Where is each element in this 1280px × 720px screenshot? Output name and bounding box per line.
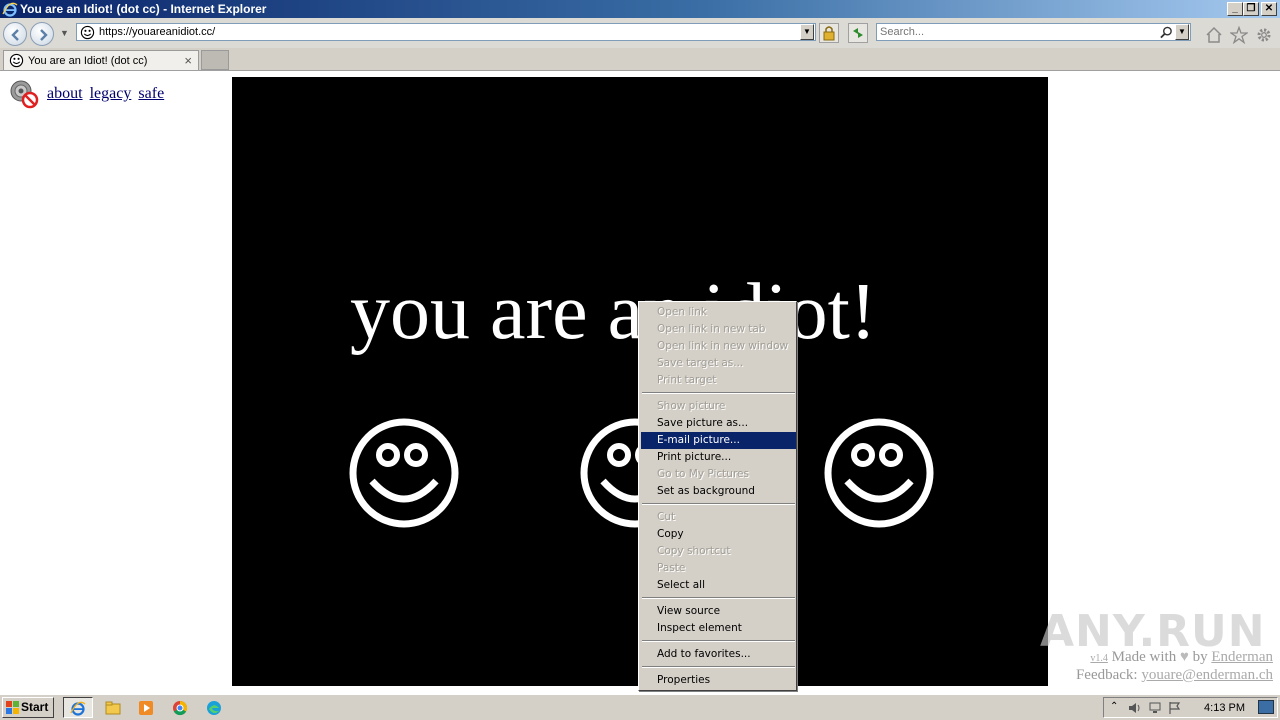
back-arrow-icon	[11, 29, 19, 41]
volume-icon[interactable]	[1128, 701, 1142, 715]
credits: v1.4 Made with ♥ by Enderman Feedback: y…	[1076, 649, 1273, 684]
forward-button[interactable]	[30, 22, 54, 46]
headline-text: you are an idiot!	[350, 268, 877, 356]
taskbar-chrome[interactable]	[165, 697, 195, 718]
feedback-label: Feedback:	[1075, 667, 1138, 683]
made-with-text: Made with	[1111, 649, 1177, 665]
tray-expand-icon[interactable]: ⌃	[1110, 701, 1118, 712]
show-desktop-button[interactable]	[1258, 700, 1274, 714]
internet-explorer-icon	[2, 2, 18, 17]
muted-speaker-icon[interactable]	[8, 78, 40, 110]
search-input[interactable]	[880, 25, 1150, 39]
menu-item-open-link-in-new-tab: Open link in new tab	[657, 323, 766, 335]
tab-close-button[interactable]: ×	[184, 53, 192, 68]
tab-current[interactable]: You are an Idiot! (dot cc) ×	[3, 50, 199, 70]
back-button[interactable]	[3, 22, 27, 46]
search-dropdown-button[interactable]: ▼	[1175, 24, 1189, 40]
history-dropdown-icon[interactable]: ▼	[60, 28, 69, 38]
about-link[interactable]: about	[47, 85, 83, 102]
menu-item-add-to-favorites[interactable]: Add to favorites...	[641, 646, 796, 663]
menu-item-open-link-in-new-window: Open link in new window	[657, 340, 789, 352]
edge-icon	[207, 701, 221, 715]
menu-item-copy-shortcut: Copy shortcut	[657, 545, 731, 557]
menu-item-open-link: Open link	[657, 306, 707, 318]
by-text: by	[1192, 649, 1208, 665]
chrome-icon	[173, 700, 188, 716]
smiley-face-icon	[824, 418, 934, 528]
security-lock-button[interactable]	[819, 23, 839, 43]
menu-item-show-picture: Show picture	[657, 400, 726, 412]
menu-item-paste: Paste	[657, 562, 686, 574]
menu-item-cut: Cut	[657, 511, 676, 523]
minimize-button[interactable]: _	[1227, 2, 1243, 16]
safe-link[interactable]: safe	[138, 85, 164, 102]
menu-separator	[642, 640, 795, 642]
forward-arrow-icon	[40, 29, 48, 41]
menu-item-print-picture[interactable]: Print picture...	[641, 449, 796, 466]
menu-item-select-all[interactable]: Select all	[641, 577, 796, 594]
smiley-face-icon	[349, 418, 459, 528]
context-menu: Open link Open link in new tab Open link i…	[638, 301, 797, 691]
network-icon[interactable]	[1148, 701, 1162, 715]
feedback-email-link[interactable]: youare@enderman.ch	[1141, 667, 1273, 683]
author-link[interactable]: Enderman	[1211, 649, 1273, 665]
window-titlebar: You are an Idiot! (dot cc) - Internet Ex…	[0, 0, 1280, 18]
taskbar-edge[interactable]	[199, 697, 229, 718]
smiley-favicon-icon	[9, 53, 24, 68]
system-tray: ⌃ 4:13 PM	[1103, 697, 1278, 718]
menu-item-save-target-as: Save target as...	[657, 357, 744, 369]
clock[interactable]: 4:13 PM	[1204, 702, 1245, 714]
menu-item-e-mail-picture[interactable]: E-mail picture...	[641, 432, 796, 449]
menu-separator	[642, 392, 795, 394]
address-dropdown-button[interactable]: ▼	[800, 24, 814, 40]
internet-explorer-icon	[70, 701, 86, 716]
legacy-link[interactable]: legacy	[90, 85, 132, 102]
favorites-star-icon[interactable]	[1230, 26, 1248, 44]
navigation-bar: ▼ https://youareanidiot.cc/ ▼ ▼	[0, 18, 1280, 48]
home-icon[interactable]	[1205, 26, 1223, 44]
menu-separator	[642, 503, 795, 505]
taskbar-media-player[interactable]	[131, 697, 161, 718]
menu-item-print-target: Print target	[657, 374, 717, 386]
menu-item-go-to-my-pictures: Go to My Pictures	[657, 468, 749, 480]
action-center-flag-icon[interactable]	[1168, 701, 1182, 715]
windows-logo-icon	[6, 701, 19, 714]
menu-item-save-picture-as[interactable]: Save picture as...	[641, 415, 796, 432]
media-player-icon	[139, 701, 153, 715]
taskbar-explorer[interactable]	[98, 697, 128, 718]
menu-separator	[642, 666, 795, 668]
refresh-button[interactable]	[848, 23, 868, 43]
menu-item-set-as-background[interactable]: Set as background	[641, 483, 796, 500]
version-link[interactable]: v1.4	[1090, 653, 1108, 664]
taskbar: Start ⌃ 4:13 PM	[0, 694, 1280, 720]
taskbar-internet-explorer[interactable]	[63, 697, 93, 718]
menu-item-copy[interactable]: Copy	[641, 526, 796, 543]
heart-icon: ♥	[1179, 649, 1189, 665]
search-box[interactable]	[876, 23, 1191, 41]
menu-item-inspect-element[interactable]: Inspect element	[641, 620, 796, 637]
restore-button[interactable]: ❐	[1243, 2, 1259, 16]
close-window-button[interactable]: ✕	[1261, 2, 1277, 16]
menu-item-view-source[interactable]: View source	[641, 603, 796, 620]
lock-icon	[823, 26, 835, 41]
search-icon[interactable]	[1160, 26, 1173, 39]
refresh-icon	[853, 28, 863, 38]
tab-label: You are an Idiot! (dot cc)	[28, 55, 148, 67]
start-button[interactable]: Start	[2, 697, 54, 718]
tab-strip: You are an Idiot! (dot cc) ×	[0, 48, 1280, 71]
new-tab-button[interactable]	[201, 50, 229, 70]
menu-item-properties[interactable]: Properties	[641, 672, 796, 689]
address-bar[interactable]: https://youareanidiot.cc/	[76, 23, 816, 41]
gear-icon[interactable]	[1255, 26, 1273, 44]
start-label: Start	[21, 700, 49, 714]
explorer-folder-icon	[105, 701, 121, 715]
window-title: You are an Idiot! (dot cc) - Internet Ex…	[20, 2, 267, 16]
smiley-favicon-icon	[80, 25, 95, 40]
menu-separator	[642, 597, 795, 599]
url-text[interactable]: https://youareanidiot.cc/	[99, 26, 215, 38]
